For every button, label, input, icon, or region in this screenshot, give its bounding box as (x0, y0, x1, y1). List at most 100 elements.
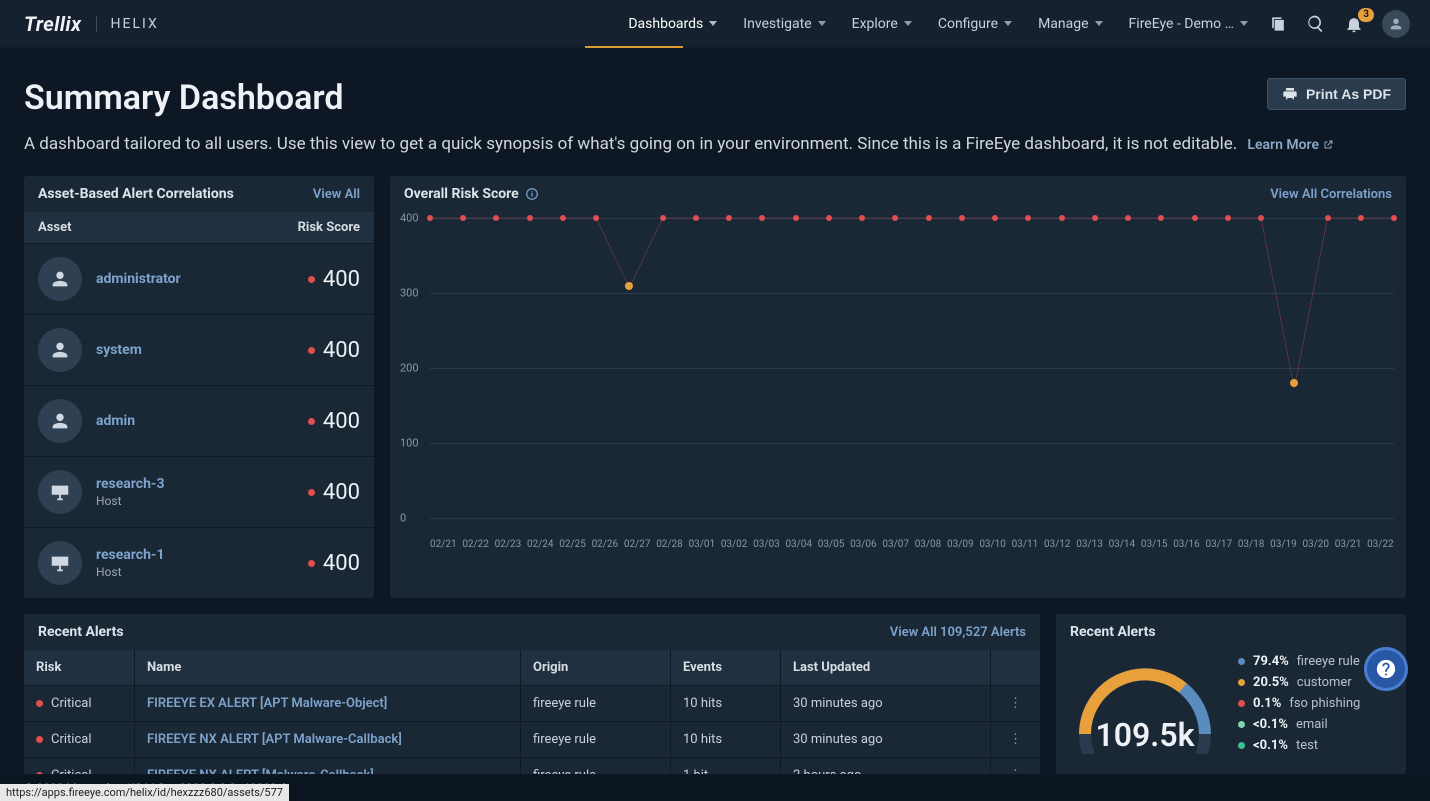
alert-risk: Critical (24, 686, 134, 721)
donut-panel-title: Recent Alerts (1070, 624, 1156, 640)
legend-item[interactable]: 0.1%fso phishing (1238, 696, 1360, 711)
asset-row[interactable]: system 400 (24, 314, 374, 385)
nav-item-dashboards[interactable]: Dashboards (628, 16, 717, 32)
legend-dot-icon (1238, 742, 1245, 749)
chart-point[interactable] (926, 215, 932, 221)
legend-dot-icon (1238, 721, 1245, 728)
print-pdf-button[interactable]: Print As PDF (1267, 78, 1406, 110)
asset-table-header: Asset Risk Score (24, 212, 374, 243)
chart-point[interactable] (959, 215, 965, 221)
donut-legend: 79.4%fireeye rule 20.5%customer 0.1%fso ph… (1238, 654, 1360, 754)
asset-risk-score: 400 (308, 267, 360, 292)
chart-point[interactable] (660, 215, 666, 221)
asset-name-link[interactable]: research-1 (96, 547, 164, 563)
asset-risk-score: 400 (308, 338, 360, 363)
top-nav: Trellix HELIX Dashboards Investigate Explo… (0, 0, 1430, 48)
alert-name-link[interactable]: FIREEYE NX ALERT [Malware-Callback] (134, 758, 520, 774)
chart-point[interactable] (527, 215, 533, 221)
asset-risk-score: 400 (308, 551, 360, 576)
alert-risk: Critical (24, 758, 134, 774)
alert-events: 10 hits (670, 722, 780, 757)
alert-updated: 30 minutes ago (780, 686, 990, 721)
user-icon (38, 257, 82, 301)
alert-name-link[interactable]: FIREEYE EX ALERT [APT Malware-Object] (134, 686, 520, 721)
chart-point[interactable] (560, 215, 566, 221)
kebab-menu-icon[interactable]: ⋮ (990, 686, 1040, 721)
nav-item-manage[interactable]: Manage (1038, 16, 1102, 32)
asset-panel-title: Asset-Based Alert Correlations (38, 186, 234, 202)
learn-more-link[interactable]: Learn More (1247, 137, 1334, 153)
chart-point[interactable] (693, 215, 699, 221)
chart-point[interactable] (793, 215, 799, 221)
nav-item-fireeye-demo-[interactable]: FireEye - Demo … (1129, 16, 1248, 32)
asset-row[interactable]: research-1 Host 400 (24, 527, 374, 598)
alert-events: 1 hit (670, 758, 780, 774)
chevron-down-icon (1004, 21, 1012, 26)
risk-score-panel: Overall Risk Score View All Correlations… (390, 176, 1406, 598)
alert-name-link[interactable]: FIREEYE NX ALERT [APT Malware-Callback] (134, 722, 520, 757)
alert-updated: 30 minutes ago (780, 722, 990, 757)
chart-point[interactable] (1391, 215, 1397, 221)
legend-item[interactable]: <0.1%test (1238, 738, 1360, 753)
host-icon (38, 541, 82, 585)
asset-name-link[interactable]: administrator (96, 271, 181, 287)
alert-risk: Critical (24, 722, 134, 757)
legend-item[interactable]: 20.5%customer (1238, 675, 1360, 690)
nav-item-configure[interactable]: Configure (938, 16, 1012, 32)
user-icon (38, 399, 82, 443)
chevron-down-icon (904, 21, 912, 26)
asset-row[interactable]: admin 400 (24, 385, 374, 456)
avatar[interactable] (1382, 10, 1410, 38)
view-all-alerts-link[interactable]: View All 109,527 Alerts (890, 625, 1026, 640)
asset-view-all-link[interactable]: View All (313, 187, 360, 202)
asset-type-label: Host (96, 565, 164, 579)
alert-events: 10 hits (670, 686, 780, 721)
kebab-menu-icon[interactable]: ⋮ (990, 722, 1040, 757)
asset-name-link[interactable]: research-3 (96, 476, 164, 492)
status-url-hint: https://apps.fireeye.com/helix/id/hexzzz… (0, 784, 289, 801)
legend-dot-icon (1238, 700, 1245, 707)
asset-row[interactable]: research-3 Host 400 (24, 456, 374, 527)
bell-icon[interactable]: 3 (1344, 14, 1364, 34)
nav-item-explore[interactable]: Explore (852, 16, 912, 32)
view-all-correlations-link[interactable]: View All Correlations (1270, 187, 1392, 202)
legend-item[interactable]: 79.4%fireeye rule (1238, 654, 1360, 669)
page-title: Summary Dashboard (24, 78, 343, 118)
chart-highlight-point[interactable] (625, 282, 633, 290)
host-icon (38, 470, 82, 514)
chart-point[interactable] (427, 215, 433, 221)
donut-chart: 109.5k (1070, 654, 1220, 754)
recent-alerts-title: Recent Alerts (38, 624, 124, 640)
brand: Trellix HELIX (24, 12, 159, 36)
kebab-menu-icon[interactable]: ⋮ (990, 758, 1040, 774)
chart-point[interactable] (1258, 215, 1264, 221)
clone-icon[interactable] (1268, 14, 1288, 34)
legend-dot-icon (1238, 658, 1245, 665)
chart-point[interactable] (1225, 215, 1231, 221)
chart-point[interactable] (1325, 215, 1331, 221)
search-icon[interactable] (1306, 14, 1326, 34)
asset-type-label: Host (96, 494, 164, 508)
nav-item-investigate[interactable]: Investigate (743, 16, 825, 32)
legend-item[interactable]: <0.1%email (1238, 717, 1360, 732)
chart-point[interactable] (1059, 215, 1065, 221)
asset-row[interactable]: administrator 400 (24, 243, 374, 314)
chevron-down-icon (818, 21, 826, 26)
chevron-down-icon (1240, 21, 1248, 26)
chart-point[interactable] (1358, 215, 1364, 221)
alert-row[interactable]: Critical FIREEYE EX ALERT [APT Malware-O… (24, 685, 1040, 721)
chart-point[interactable] (1192, 215, 1198, 221)
alert-origin: fireeye rule (520, 686, 670, 721)
info-icon[interactable] (525, 187, 539, 201)
asset-name-link[interactable]: admin (96, 413, 135, 429)
recent-alerts-panel: Recent Alerts View All 109,527 Alerts Ri… (24, 614, 1040, 774)
notification-badge: 3 (1358, 8, 1374, 22)
alert-row[interactable]: Critical FIREEYE NX ALERT [APT Malware-C… (24, 721, 1040, 757)
chevron-down-icon (709, 21, 717, 26)
chart-point[interactable] (1092, 215, 1098, 221)
asset-name-link[interactable]: system (96, 342, 142, 358)
alert-row[interactable]: Critical FIREEYE NX ALERT [Malware-Callb… (24, 757, 1040, 774)
help-bubble-button[interactable] (1364, 647, 1408, 691)
chart-point[interactable] (826, 215, 832, 221)
asset-risk-score: 400 (308, 480, 360, 505)
